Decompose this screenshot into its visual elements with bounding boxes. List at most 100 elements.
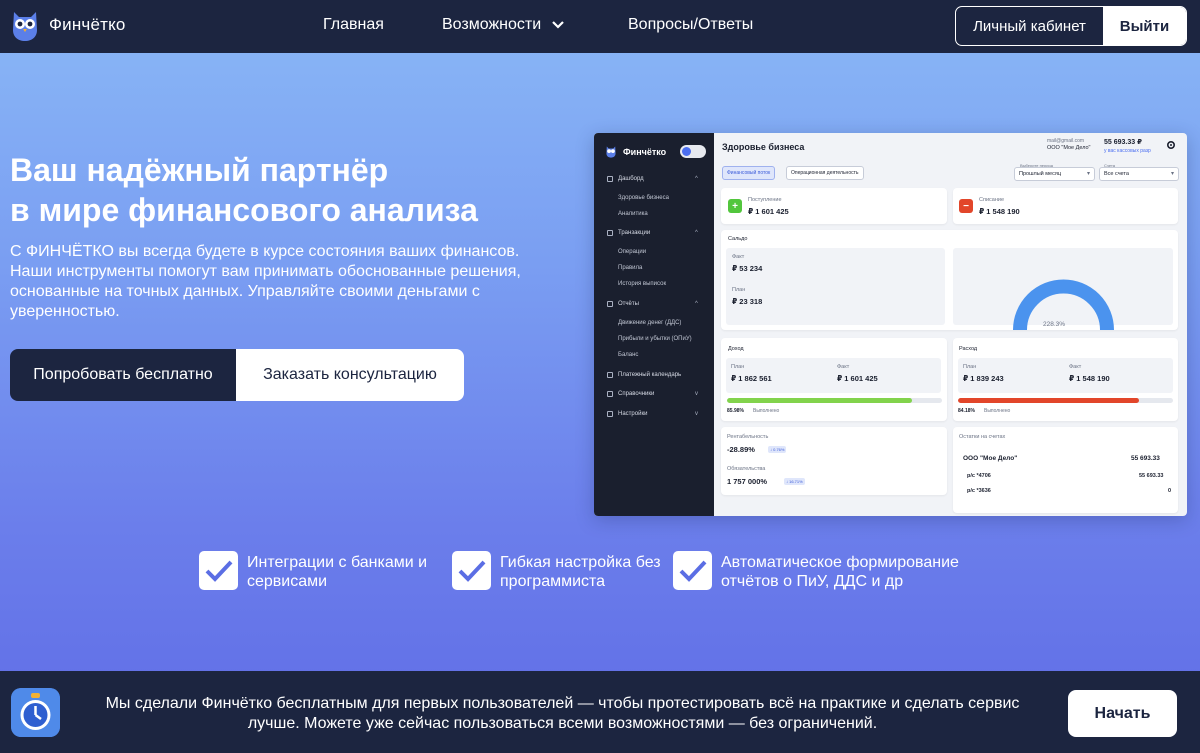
- sidebar-item-analytics[interactable]: Аналитика: [618, 211, 648, 217]
- sidebar-item-label: Отчёты: [618, 301, 639, 307]
- theme-toggle[interactable]: [680, 145, 706, 158]
- acc-org-value: 55 693.33: [1131, 455, 1160, 462]
- nav-link-home[interactable]: Главная: [323, 16, 384, 34]
- acc2-name: р/с *3636: [967, 488, 991, 494]
- chevron-down-icon: v: [695, 411, 698, 417]
- sidebar-item-rules[interactable]: Правила: [618, 265, 642, 271]
- hero-title: Ваш надёжный партнёр в мире финансового …: [10, 150, 570, 230]
- hero-title-line1: Ваш надёжный партнёр: [10, 152, 389, 188]
- settings-icon: [607, 411, 613, 417]
- sidebar-item-transactions[interactable]: Транзакции: [607, 230, 650, 236]
- feature-text: Автоматическое формирование отчётов о Пи…: [721, 554, 959, 590]
- book-icon: [607, 391, 613, 397]
- sidebar-item-directories[interactable]: Справочники: [607, 391, 654, 397]
- preview-page-title: Здоровье бизнеса: [722, 142, 805, 152]
- revenue-plan-value: ₽ 1 862 561: [731, 374, 772, 383]
- hero-title-line2: в мире финансового анализа: [10, 192, 478, 228]
- nav-dropdown-features[interactable]: Возможности: [442, 16, 565, 34]
- calendar-icon: [607, 372, 613, 378]
- feature-text: Гибкая настройка без программиста: [500, 554, 661, 590]
- expense-card: − Списание ₽ 1 548 190: [953, 188, 1178, 224]
- cost-plan-label: План: [963, 364, 977, 370]
- gear-icon[interactable]: [1166, 140, 1176, 150]
- sidebar-item-label: Транзакции: [618, 230, 651, 236]
- revenue-progress-track: [727, 398, 942, 403]
- revenue-percent: 85.98%: [727, 408, 744, 414]
- sidebar-item-health[interactable]: Здоровье бизнеса: [618, 195, 669, 201]
- order-consultation-button[interactable]: Заказать консультацию: [236, 349, 464, 401]
- feature-item: Автоматическое формирование отчётов о Пи…: [673, 551, 981, 591]
- profitability-value: -28.89%: [727, 445, 755, 454]
- sidebar-item-reports[interactable]: Отчёты: [607, 301, 639, 307]
- tab-operational[interactable]: Операционная деятельность: [786, 166, 864, 180]
- header-balance-sub[interactable]: у вас кассовых разр: [1104, 148, 1151, 154]
- sidebar-item-label: Справочники: [618, 391, 655, 397]
- income-label: Поступление: [748, 197, 782, 203]
- acc1-value: 55 693.33: [1139, 473, 1164, 479]
- liabilities-value: 1 757 000%: [727, 477, 768, 486]
- top-navbar: Финчётко Главная Возможности Вопросы/Отв…: [0, 0, 1200, 53]
- minus-icon: −: [959, 199, 973, 213]
- account-select[interactable]: Все счета: [1099, 167, 1179, 181]
- sidebar-item-balance[interactable]: Баланс: [618, 352, 638, 358]
- sidebar-item-dashboard[interactable]: Дашборд: [607, 176, 644, 182]
- saldo-fact-label: Факт: [732, 254, 745, 260]
- saldo-plan-label: План: [732, 287, 746, 293]
- cost-progress-fill: [958, 398, 1139, 403]
- chevron-down-icon: [552, 21, 564, 29]
- sidebar-item-label: Платежный календарь: [618, 372, 682, 378]
- checkmark-icon: [199, 551, 238, 590]
- sidebar-item-statements[interactable]: История выписок: [618, 281, 666, 287]
- feature-item: Интеграции с банками и сервисами: [199, 551, 447, 591]
- sidebar-item-settings[interactable]: Настройки: [607, 411, 647, 417]
- cost-title: Расход: [959, 346, 978, 352]
- try-free-button[interactable]: Попробовать бесплатно: [10, 349, 236, 401]
- dashboard-icon: [607, 176, 613, 182]
- sidebar-item-label: Дашборд: [618, 176, 644, 182]
- banner-text: Мы сделали Финчётко бесплатным для первы…: [105, 695, 1020, 732]
- revenue-plan-label: План: [731, 364, 745, 370]
- sidebar-item-pnl[interactable]: Прибыли и убытки (ОПиУ): [618, 336, 692, 342]
- start-button[interactable]: Начать: [1068, 690, 1177, 737]
- saldo-fact-value: ₽ 53 234: [732, 264, 763, 273]
- reports-icon: [607, 301, 613, 307]
- transactions-icon: [607, 230, 613, 236]
- preview-logo: Финчётко: [605, 145, 666, 158]
- user-email: mail@gmail.com: [1047, 138, 1085, 144]
- tab-financial-flow[interactable]: Финансовый поток: [722, 166, 776, 180]
- owl-logo-icon: [606, 146, 616, 158]
- preview-sidebar: Финчётко Дашборд ^ Здоровье бизнеса Анал…: [594, 133, 714, 516]
- checkmark-icon: [673, 551, 712, 590]
- preview-brand-name: Финчётко: [623, 146, 667, 157]
- sidebar-item-operations[interactable]: Операции: [618, 249, 646, 255]
- period-select[interactable]: Прошлый месяц: [1014, 167, 1095, 181]
- revenue-card: Доход План ₽ 1 862 561 Факт ₽ 1 601 425 …: [721, 338, 947, 421]
- profitability-badge: ↓ 0.76%: [768, 446, 787, 453]
- checkmark-icon: [452, 551, 491, 590]
- sidebar-item-calendar[interactable]: Платежный календарь: [607, 372, 681, 378]
- revenue-done-label: Выполнено: [753, 408, 780, 414]
- dashboard-preview: Финчётко Дашборд ^ Здоровье бизнеса Анал…: [594, 133, 1187, 516]
- saldo-gauge-panel: 228.3%: [953, 248, 1173, 331]
- revenue-fact-label: Факт: [837, 364, 850, 370]
- chevron-up-icon: ^: [695, 176, 698, 182]
- saldo-card: Сальдо Факт ₽ 53 234 План ₽ 23 318 228.3…: [721, 230, 1178, 331]
- expense-value: ₽ 1 548 190: [979, 207, 1020, 216]
- personal-cabinet-button[interactable]: Личный кабинет: [956, 7, 1103, 45]
- sidebar-item-label: Настройки: [618, 411, 648, 417]
- auth-button-group: Личный кабинет Выйти: [955, 6, 1187, 46]
- cost-done-label: Выполнено: [984, 408, 1011, 414]
- gauge-value: 228.3%: [1043, 321, 1066, 328]
- cost-progress-track: [958, 398, 1173, 403]
- cost-fact-label: Факт: [1069, 364, 1082, 370]
- income-card: + Поступление ₽ 1 601 425: [721, 188, 947, 224]
- feature-text: Интеграции с банками и сервисами: [247, 554, 428, 590]
- feature-item: Гибкая настройка без программиста: [452, 551, 675, 591]
- header-balance: 55 693.33 ₽: [1104, 139, 1142, 146]
- logout-button[interactable]: Выйти: [1103, 7, 1186, 45]
- sidebar-item-cashflow[interactable]: Движение денег (ДДС): [618, 320, 681, 326]
- accounts-title: Остатки на счетах: [959, 434, 1006, 440]
- revenue-progress-fill: [727, 398, 912, 403]
- nav-link-faq[interactable]: Вопросы/Ответы: [628, 16, 753, 34]
- cost-plan-value: ₽ 1 839 243: [963, 374, 1004, 383]
